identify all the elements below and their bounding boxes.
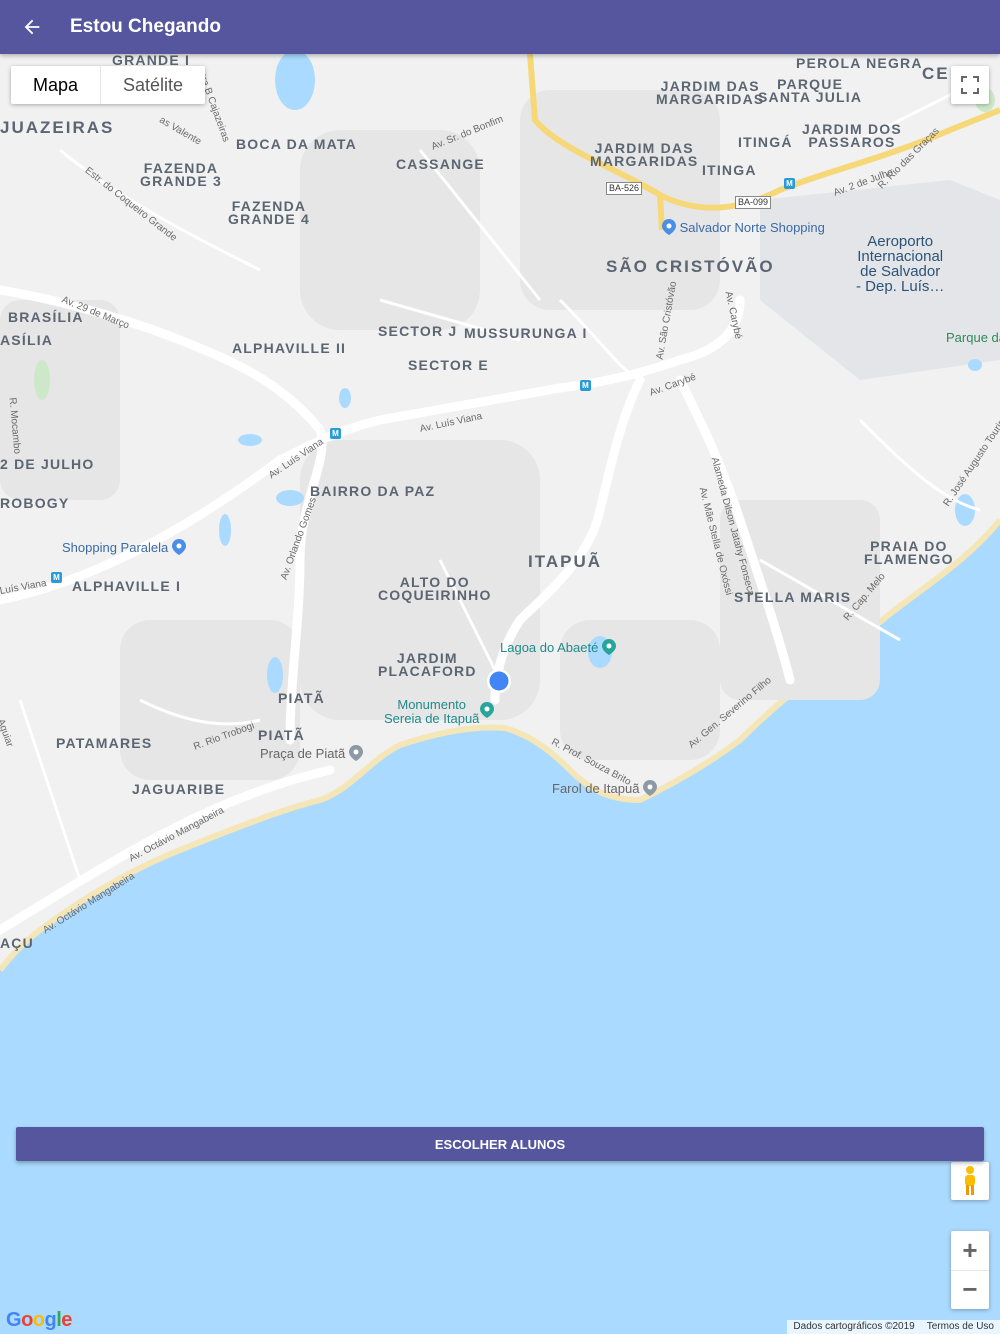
poi-park[interactable]: Parque da	[946, 331, 1000, 345]
zoom-in-button[interactable]: +	[951, 1232, 989, 1271]
map-type-toggle: Mapa Satélite	[11, 66, 206, 104]
area-label: PATAMARES	[56, 735, 153, 751]
shopping-icon	[662, 219, 676, 235]
terms-link[interactable]: Termos de Uso	[920, 1320, 1000, 1334]
area-label: JARDIM DAS MARGARIDAS	[656, 78, 765, 107]
choose-students-button[interactable]: ESCOLHER ALUNOS	[16, 1127, 984, 1161]
area-label: SÃO CRISTÓVÃO	[606, 257, 775, 276]
park-icon	[601, 639, 616, 655]
area-label: PRAIA DO FLAMENGO	[864, 538, 954, 567]
area-label: CE	[922, 64, 950, 83]
place-icon	[348, 745, 363, 761]
poi-salvador-norte-shopping[interactable]: Salvador Norte Shopping	[662, 219, 825, 235]
area-label: ASÍLIA	[0, 332, 54, 348]
road-shield: BA-099	[735, 196, 772, 209]
pegman-icon	[965, 1166, 975, 1195]
current-location-dot	[487, 669, 511, 693]
poi-shopping-paralela[interactable]: Shopping Paralela	[62, 539, 186, 555]
metro-icon: M	[51, 572, 62, 583]
shopping-icon	[171, 539, 186, 555]
area-label: JUAZEIRAS	[0, 118, 115, 137]
area-label: ITINGÁ	[738, 134, 793, 150]
metro-icon: M	[580, 380, 591, 391]
map-type-map[interactable]: Mapa	[11, 66, 100, 104]
area-label: ALPHAVILLE I	[72, 578, 182, 594]
area-label: JARDIM PLACAFORD	[378, 650, 477, 679]
area-label: ITINGA	[702, 162, 757, 178]
monument-icon	[480, 702, 494, 718]
back-button[interactable]	[0, 0, 64, 54]
poi-monumento-sereia[interactable]: Monumento Sereia de Itapuã	[384, 698, 479, 726]
map-type-satellite[interactable]: Satélite	[100, 66, 205, 104]
area-label: AÇU	[0, 935, 34, 951]
app-bar: Estou Chegando	[0, 0, 1000, 54]
poi-airport[interactable]: Aeroporto Internacional de Salvador - De…	[856, 234, 944, 294]
metro-icon: M	[784, 178, 795, 189]
area-label: FAZENDA GRANDE 4	[228, 198, 310, 227]
area-label: PIATÃ	[258, 727, 305, 743]
area-label: 2 DE JULHO	[0, 456, 95, 472]
google-logo: Google	[6, 1309, 72, 1331]
area-label: BRASÍLIA	[8, 309, 84, 325]
fullscreen-icon	[961, 76, 979, 94]
area-label: PIATÃ	[278, 690, 325, 706]
area-label: JARDIM DAS MARGARIDAS	[590, 140, 699, 169]
poi-praca-de-piata[interactable]: Praça de Piatã	[260, 745, 363, 761]
place-icon	[643, 780, 658, 796]
zoom-control: + −	[951, 1231, 989, 1309]
road-shield: BA-526	[606, 182, 643, 195]
area-label: PARQUE SANTA JULIA	[758, 76, 863, 105]
area-label: ALPHAVILLE II	[232, 340, 347, 356]
area-label: BAIRRO DA PAZ	[310, 483, 436, 499]
poi-lagoa-do-abaete[interactable]: Lagoa do Abaeté	[500, 639, 616, 655]
area-label: CASSANGE	[396, 156, 485, 172]
map-footer: Dados cartográficos ©2019 Termos de Uso	[787, 1320, 1000, 1334]
area-label: JARDIM DOS PASSAROS	[802, 121, 902, 150]
area-label: SECTOR J	[378, 323, 458, 339]
area-label: ROBOGY	[0, 495, 70, 511]
area-label: JAGUARIBE	[132, 781, 226, 797]
area-label: SECTOR E	[408, 357, 489, 373]
metro-icon: M	[330, 428, 341, 439]
area-label: ALTO DO COQUEIRINHO	[378, 574, 492, 603]
page-title: Estou Chegando	[70, 16, 221, 37]
poi-farol-de-itapua[interactable]: Farol de Itapuã	[552, 780, 658, 796]
area-label: BOCA DA MATA	[236, 136, 357, 152]
area-label: PEROLA NEGRA	[796, 55, 923, 71]
zoom-out-button[interactable]: −	[951, 1271, 989, 1309]
area-label: ITAPUÃ	[528, 552, 603, 571]
map-data-credit: Dados cartográficos ©2019	[787, 1320, 921, 1334]
area-label: MUSSURUNGA I	[464, 325, 588, 341]
arrow-left-icon	[24, 19, 40, 35]
fullscreen-button[interactable]	[951, 66, 989, 104]
street-view-button[interactable]	[951, 1162, 989, 1200]
area-label: FAZENDA GRANDE 3	[140, 160, 222, 189]
